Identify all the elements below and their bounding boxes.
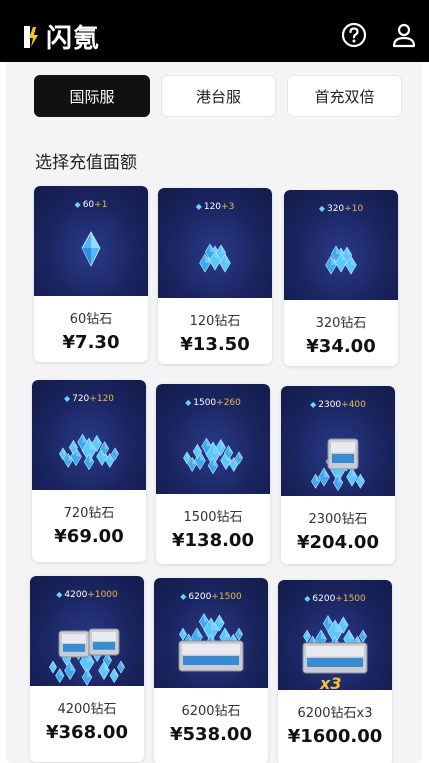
product-name: 60钻石 <box>69 312 113 327</box>
logo-text: 闪氪 <box>46 24 101 54</box>
small-diamond-icon: ◆ <box>185 398 192 407</box>
product-card[interactable]: ◆ 4200+1000 4200钻石 ¥368.00 <box>30 576 144 762</box>
tab-first-double[interactable]: 首充双倍 <box>287 75 402 117</box>
multiplier-badge: x3 <box>320 674 342 693</box>
bonus-amount: +1000 <box>87 590 118 600</box>
bonus-amount: +1500 <box>335 594 366 604</box>
base-amount: 320 <box>326 204 345 214</box>
product-art: ◆ 320+10 <box>284 190 398 300</box>
small-diamond-icon: ◆ <box>63 394 71 403</box>
product-card[interactable]: ◆ 120+3 120钻石 ¥13.50 <box>158 188 272 364</box>
product-card[interactable]: ◆ 6200+1500 6200钻石 ¥538.00 <box>154 578 268 763</box>
bonus-label: ◆ 720+120 <box>32 394 146 404</box>
small-diamond-icon: ◆ <box>74 200 81 209</box>
product-price: ¥538.00 <box>170 724 252 745</box>
bonus-label: ◆ 120+3 <box>158 202 272 212</box>
product-price: ¥13.50 <box>180 334 250 355</box>
product-name: 4200钻石 <box>57 702 117 717</box>
product-name: 2300钻石 <box>308 512 368 527</box>
base-amount: 4200 <box>64 590 88 600</box>
product-name: 320钻石 <box>315 316 367 331</box>
product-name: 6200钻石 <box>181 704 241 719</box>
bonus-label: ◆ 4200+1000 <box>30 590 144 600</box>
base-amount: 60 <box>82 200 95 210</box>
small-diamond-icon: ◆ <box>180 592 187 601</box>
bonus-label: ◆ 1500+260 <box>156 398 270 408</box>
product-art: ◆ 6200+1500 x3 <box>278 580 392 693</box>
product-art: ◆ 1500+260 <box>156 384 270 494</box>
product-card[interactable]: ◆ 1500+260 1500钻石 ¥138.00 <box>156 384 270 564</box>
base-amount: 720 <box>72 394 90 404</box>
logo-bolt-icon <box>22 24 44 50</box>
product-art: ◆ 4200+1000 <box>30 576 144 686</box>
base-amount: 1500 <box>193 398 217 408</box>
product-art: ◆ 6200+1500 <box>154 578 268 688</box>
product-price: ¥368.00 <box>46 722 128 743</box>
base-amount: 2300 <box>318 400 342 410</box>
product-price: ¥69.00 <box>54 526 124 547</box>
top-bar: 闪氪 <box>0 0 429 62</box>
small-diamond-icon: ◆ <box>304 594 311 603</box>
bonus-label: ◆ 2300+400 <box>281 400 395 410</box>
bonus-amount: +260 <box>216 398 241 408</box>
tab-international[interactable]: 国际服 <box>34 75 150 117</box>
product-art: ◆ 720+120 <box>32 380 146 490</box>
small-diamond-icon: ◆ <box>310 400 317 409</box>
product-price: ¥1600.00 <box>287 726 383 747</box>
base-amount: 120 <box>203 202 222 212</box>
bonus-amount: +120 <box>89 394 115 404</box>
bonus-label: ◆ 60+1 <box>34 200 148 210</box>
product-card[interactable]: ◆ 2300+400 2300钻石 ¥204.00 <box>281 386 395 564</box>
product-art: ◆ 60+1 <box>34 186 148 296</box>
product-card[interactable]: ◆ 320+10 320钻石 ¥34.00 <box>284 190 398 366</box>
section-title: 选择充值面额 <box>35 153 137 173</box>
product-card[interactable]: ◆ 6200+1500 x3 6200钻石x3 ¥1600.00 <box>278 580 392 763</box>
recharge-panel: 国际服 港台服 首充双倍 选择充值面额 ◆ 60+1 60钻石 ¥7.30 ◆ 12… <box>6 62 422 763</box>
product-art: ◆ 2300+400 <box>281 386 395 496</box>
product-card[interactable]: ◆ 60+1 60钻石 ¥7.30 <box>34 186 148 362</box>
bonus-amount: +1 <box>94 200 108 210</box>
product-name: 120钻石 <box>189 314 241 329</box>
small-diamond-icon: ◆ <box>195 202 202 211</box>
base-amount: 6200 <box>312 594 336 604</box>
app-logo[interactable]: 闪氪 <box>22 18 100 55</box>
bonus-amount: +3 <box>221 202 235 212</box>
bonus-label: ◆ 6200+1500 <box>154 592 268 602</box>
tab-hk-tw[interactable]: 港台服 <box>161 75 276 117</box>
product-art: ◆ 120+3 <box>158 188 272 298</box>
question-circle-icon[interactable] <box>341 22 367 48</box>
product-name: 1500钻石 <box>183 510 243 525</box>
base-amount: 6200 <box>188 592 212 602</box>
product-name: 6200钻石x3 <box>297 706 373 721</box>
bonus-amount: +10 <box>344 204 364 214</box>
product-price: ¥204.00 <box>297 532 379 553</box>
bonus-amount: +400 <box>341 400 366 410</box>
bonus-label: ◆ 6200+1500 <box>278 594 392 604</box>
product-price: ¥7.30 <box>62 332 120 353</box>
product-price: ¥138.00 <box>172 530 254 551</box>
bonus-label: ◆ 320+10 <box>284 204 398 214</box>
small-diamond-icon: ◆ <box>318 204 325 213</box>
product-name: 720钻石 <box>63 506 115 521</box>
bonus-amount: +1500 <box>211 592 242 602</box>
user-icon[interactable] <box>391 22 417 48</box>
small-diamond-icon: ◆ <box>56 590 63 599</box>
product-price: ¥34.00 <box>306 336 376 357</box>
product-card[interactable]: ◆ 720+120 720钻石 ¥69.00 <box>32 380 146 562</box>
